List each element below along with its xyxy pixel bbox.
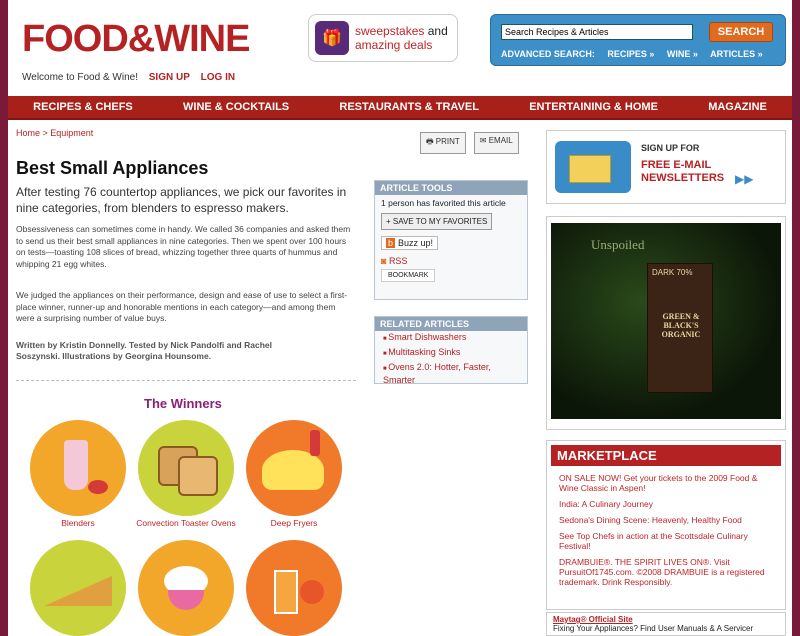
article-paragraph-1: Obsessiveness can sometimes come in hand… — [16, 224, 351, 269]
marketplace-header: MARKETPLACE — [551, 445, 781, 466]
sponsored-link[interactable]: Maytag® Official Site Fixing Your Applia… — [546, 612, 786, 636]
rss-icon: ◙ — [381, 256, 389, 266]
rss-label: RSS — [388, 256, 408, 266]
save-favorites-button[interactable]: + SAVE TO MY FAVORITES — [381, 213, 493, 230]
print-label: PRINT — [435, 137, 460, 146]
article-actions: 🖶 PRINT ✉ EMAIL — [420, 132, 519, 154]
adv-wine-link[interactable]: WINE » — [667, 49, 698, 59]
main-nav: RECIPES & CHEFS WINE & COCKTAILS RESTAUR… — [8, 96, 792, 120]
bookmark-button[interactable]: BOOKMARK — [381, 269, 436, 282]
rss-link[interactable]: ◙ RSS — [375, 254, 527, 268]
search-input[interactable] — [501, 24, 693, 40]
nav-magazine[interactable]: MAGAZINE — [708, 101, 767, 113]
marketplace-item[interactable]: See Top Chefs in action at the Scottsdal… — [547, 528, 785, 554]
sponsor-text: Fixing Your Appliances? Find User Manual… — [553, 624, 754, 633]
newsletter-line1: SIGN UP FOR — [641, 143, 700, 153]
marketplace-item[interactable]: ON SALE NOW! Get your tickets to the 200… — [547, 470, 785, 496]
related-item-dishwashers[interactable]: Smart Dishwashers — [375, 331, 527, 346]
related-item-sinks[interactable]: Multitasking Sinks — [375, 346, 527, 361]
ad-tagline: Unspoiled — [591, 237, 645, 252]
byline: Written by Kristin Donnelly. Tested by N… — [16, 340, 272, 361]
nav-entertaining-home[interactable]: ENTERTAINING & HOME — [529, 101, 658, 113]
nav-wine-cocktails[interactable]: WINE & COCKTAILS — [183, 101, 289, 113]
chocolate-ad[interactable]: Unspoiled DARK 70% GREEN & BLACK'S ORGAN… — [546, 216, 786, 430]
winner-label-toaster-ovens[interactable]: Convection Toaster Ovens — [126, 518, 246, 528]
sweepstakes-promo[interactable]: 🎁 sweepstakes and amazing deals — [308, 14, 458, 62]
ad-image: Unspoiled DARK 70% GREEN & BLACK'S ORGAN… — [551, 223, 781, 419]
promo-line1: sweepstakes — [355, 24, 425, 38]
favorited-count: 1 person has favorited this article — [381, 198, 506, 208]
nav-restaurants-travel[interactable]: RESTAURANTS & TRAVEL — [339, 101, 479, 113]
article-paragraph-2: We judged the appliances on their perfor… — [16, 290, 348, 323]
gift-icon: 🎁 — [315, 21, 349, 55]
buzz-up-button[interactable]: b Buzz up! — [381, 236, 439, 250]
login-link[interactable]: LOG IN — [201, 72, 235, 83]
email-button[interactable]: ✉ EMAIL — [473, 132, 519, 154]
article-tools-header: ARTICLE TOOLS — [375, 181, 527, 195]
page: FOOD&WINE Welcome to Food & Wine! SIGN U… — [8, 0, 792, 636]
signup-link[interactable]: SIGN UP — [149, 72, 190, 83]
search-button[interactable]: SEARCH — [709, 22, 773, 42]
article-tools-panel: ARTICLE TOOLS 1 person has favorited thi… — [374, 180, 528, 300]
toaster-oven-illustration[interactable] — [138, 420, 234, 516]
promo-text: sweepstakes and amazing deals — [355, 24, 448, 52]
ice-cream-illustration[interactable] — [138, 540, 234, 636]
winners-heading: The Winners — [144, 396, 222, 411]
pie-illustration[interactable] — [30, 540, 126, 636]
marketplace-item[interactable]: DRAMBUIE®. THE SPIRIT LIVES ON®. Visit P… — [547, 554, 785, 590]
ad-dark-label: DARK 70% — [652, 268, 693, 277]
welcome-bar: Welcome to Food & Wine! SIGN UP LOG IN — [22, 72, 235, 83]
related-articles-panel: RELATED ARTICLES Smart Dishwashers Multi… — [374, 316, 528, 387]
related-list: Smart Dishwashers Multitasking Sinks Ove… — [375, 331, 527, 387]
envelope-icon — [555, 141, 631, 193]
print-button[interactable]: 🖶 PRINT — [420, 132, 466, 154]
article-dek: After testing 76 countertop appliances, … — [16, 185, 347, 215]
blender-illustration[interactable] — [30, 420, 126, 516]
print-icon: 🖶 — [426, 137, 436, 146]
advanced-search-label: ADVANCED SEARCH: — [501, 49, 595, 59]
adv-recipes-link[interactable]: RECIPES » — [607, 49, 654, 59]
newsletter-line2: FREE E-MAIL — [641, 159, 712, 171]
promo-line2: amazing deals — [355, 38, 433, 52]
winner-label-deep-fryers[interactable]: Deep Fryers — [234, 518, 354, 528]
winner-label-blenders[interactable]: Blenders — [18, 518, 138, 528]
adv-articles-link[interactable]: ARTICLES » — [710, 49, 763, 59]
sponsor-title[interactable]: Maytag® Official Site — [553, 615, 633, 624]
promo-and: and — [427, 24, 448, 38]
marketplace-panel: MARKETPLACE ON SALE NOW! Get your ticket… — [546, 440, 786, 610]
deep-fryer-illustration[interactable] — [246, 420, 342, 516]
newsletter-line3: NEWSLETTERS — [641, 172, 725, 184]
divider — [16, 380, 356, 381]
site-logo[interactable]: FOOD&WINE — [22, 18, 250, 61]
email-icon: ✉ — [479, 136, 489, 145]
nav-recipes-chefs[interactable]: RECIPES & CHEFS — [33, 101, 133, 113]
welcome-text: Welcome to Food & Wine! — [22, 72, 138, 83]
newsletter-title: FREE E-MAIL NEWSLETTERS — [641, 159, 724, 185]
ad-brand: GREEN & BLACK'S ORGANIC — [661, 312, 701, 339]
bookmark-label: BOOKMARK — [388, 272, 429, 279]
email-label: EMAIL — [488, 136, 513, 145]
related-articles-header: RELATED ARTICLES — [375, 317, 527, 331]
double-arrow-icon: ▶▶ — [735, 172, 754, 186]
juice-illustration[interactable] — [246, 540, 342, 636]
breadcrumb[interactable]: Home > Equipment — [16, 128, 93, 138]
advanced-search: ADVANCED SEARCH: RECIPES » WINE » ARTICL… — [501, 49, 773, 59]
page-title: Best Small Appliances — [16, 158, 209, 178]
buzz-label: Buzz up! — [398, 238, 434, 248]
marketplace-item[interactable]: Sedona's Dining Scene: Heavenly, Healthy… — [547, 512, 785, 528]
buzz-icon: b — [386, 238, 396, 248]
marketplace-item[interactable]: India: A Culinary Journey — [547, 496, 785, 512]
search-box: SEARCH ADVANCED SEARCH: RECIPES » WINE »… — [490, 14, 786, 66]
newsletter-signup[interactable]: SIGN UP FOR FREE E-MAIL NEWSLETTERS ▶▶ — [546, 130, 786, 204]
chocolate-bar-image: DARK 70% GREEN & BLACK'S ORGANIC — [647, 263, 713, 393]
related-item-ovens[interactable]: Ovens 2.0: Hotter, Faster, Smarter — [375, 361, 527, 387]
